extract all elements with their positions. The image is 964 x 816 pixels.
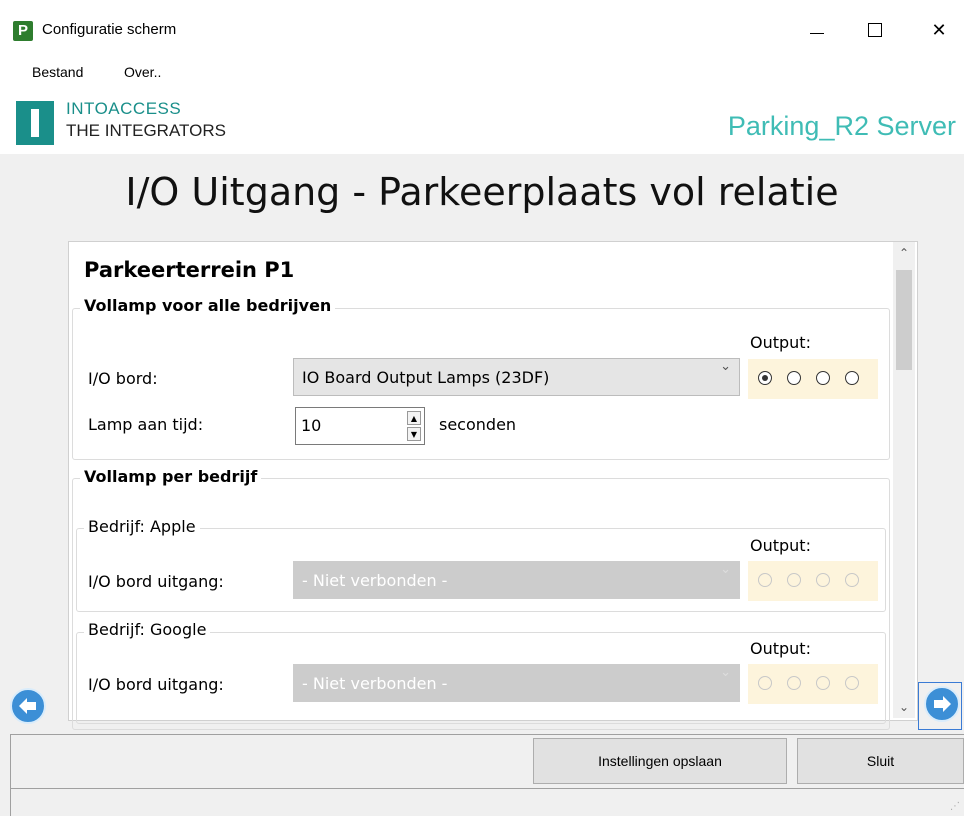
scroll-down-icon[interactable]: ⌄ <box>893 700 915 714</box>
minimize-button[interactable] <box>794 14 840 46</box>
company-google-legend: Bedrijf: Google <box>84 620 211 639</box>
menu-over[interactable]: Over.. <box>124 64 161 80</box>
menu-bestand[interactable]: Bestand <box>32 64 83 80</box>
scroll-thumb[interactable] <box>896 270 912 370</box>
page-title: I/O Uitgang - Parkeerplaats vol relatie <box>125 170 839 214</box>
company-google-io-label: I/O bord uitgang: <box>88 675 224 694</box>
lamp-time-stepper[interactable]: 10 ▲ ▼ <box>295 407 425 445</box>
status-separator <box>10 788 964 789</box>
logo-bottom-text: THE INTEGRATORS <box>66 121 226 140</box>
company-google-radio-2 <box>787 676 801 690</box>
company-google-io-select[interactable]: - Niet verbonden - ⌄ <box>293 664 740 702</box>
output-label: Output: <box>750 333 811 352</box>
company-apple-io-select[interactable]: - Niet verbonden - ⌄ <box>293 561 740 599</box>
arrow-right-icon <box>934 696 951 712</box>
arrow-left-icon <box>19 698 36 714</box>
close-button[interactable]: Sluit <box>797 738 964 784</box>
stepper-down-icon[interactable]: ▼ <box>407 427 421 441</box>
company-google-io-value: - Niet verbonden - <box>302 674 448 693</box>
output-radio-2[interactable] <box>787 371 801 385</box>
save-settings-button[interactable]: Instellingen opslaan <box>533 738 787 784</box>
next-button[interactable] <box>924 686 960 722</box>
company-apple-radio-1 <box>758 573 772 587</box>
company-google-output-label: Output: <box>750 639 811 658</box>
group-all-companies-legend: Vollamp voor alle bedrijven <box>80 296 336 315</box>
company-apple-io-value: - Niet verbonden - <box>302 571 448 590</box>
panel-scrollbar[interactable]: ⌃ ⌄ <box>893 242 915 718</box>
menu-bar: Bestand Over.. <box>0 58 964 88</box>
company-apple-io-label: I/O bord uitgang: <box>88 572 224 591</box>
minimize-icon <box>810 32 824 34</box>
chevron-down-icon: ⌄ <box>720 359 731 374</box>
company-google-radio-4 <box>845 676 859 690</box>
close-icon: ✕ <box>931 19 947 41</box>
close-window-button[interactable]: ✕ <box>916 14 962 46</box>
group-per-company-legend: Vollamp per bedrijf <box>80 467 262 486</box>
io-board-select[interactable]: IO Board Output Lamps (23DF) ⌄ <box>293 358 740 396</box>
company-apple-legend: Bedrijf: Apple <box>84 517 200 536</box>
footer-separator <box>10 734 964 735</box>
section-title: Parkeerterrein P1 <box>84 258 295 282</box>
maximize-button[interactable] <box>852 14 898 46</box>
stepper-buttons: ▲ ▼ <box>407 411 421 441</box>
company-google-radio-3 <box>816 676 830 690</box>
stepper-up-icon[interactable]: ▲ <box>407 411 421 425</box>
maximize-icon <box>868 23 882 37</box>
company-google-radio-1 <box>758 676 772 690</box>
company-apple-radio-4 <box>845 573 859 587</box>
company-google-output-group <box>748 664 878 704</box>
window-title: Configuratie scherm <box>42 21 177 38</box>
app-icon: P <box>13 21 33 41</box>
io-board-label: I/O bord: <box>88 369 158 388</box>
resize-grip-icon[interactable]: ⋰ <box>950 801 960 812</box>
server-name: Parking_R2 Server <box>727 111 956 141</box>
logo-top-text: INTOACCESS <box>66 99 182 118</box>
scroll-up-icon[interactable]: ⌃ <box>893 246 915 260</box>
footer-left-border <box>10 734 11 816</box>
output-radio-group <box>748 359 878 399</box>
output-radio-1[interactable] <box>758 371 772 385</box>
chevron-down-icon: ⌄ <box>720 562 731 577</box>
chevron-down-icon: ⌄ <box>720 665 731 680</box>
title-bar: P Configuratie scherm ✕ <box>0 0 964 58</box>
company-apple-radio-2 <box>787 573 801 587</box>
config-window: P Configuratie scherm ✕ Bestand Over.. I… <box>0 0 964 816</box>
company-logo <box>16 101 54 145</box>
lamp-time-unit: seconden <box>439 415 517 434</box>
company-apple-radio-3 <box>816 573 830 587</box>
lamp-time-value: 10 <box>301 416 322 435</box>
lamp-time-label: Lamp aan tijd: <box>88 415 204 434</box>
output-radio-4[interactable] <box>845 371 859 385</box>
previous-button[interactable] <box>10 688 46 724</box>
output-radio-3[interactable] <box>816 371 830 385</box>
io-board-value: IO Board Output Lamps (23DF) <box>302 368 550 387</box>
company-apple-output-group <box>748 561 878 601</box>
company-apple-output-label: Output: <box>750 536 811 555</box>
